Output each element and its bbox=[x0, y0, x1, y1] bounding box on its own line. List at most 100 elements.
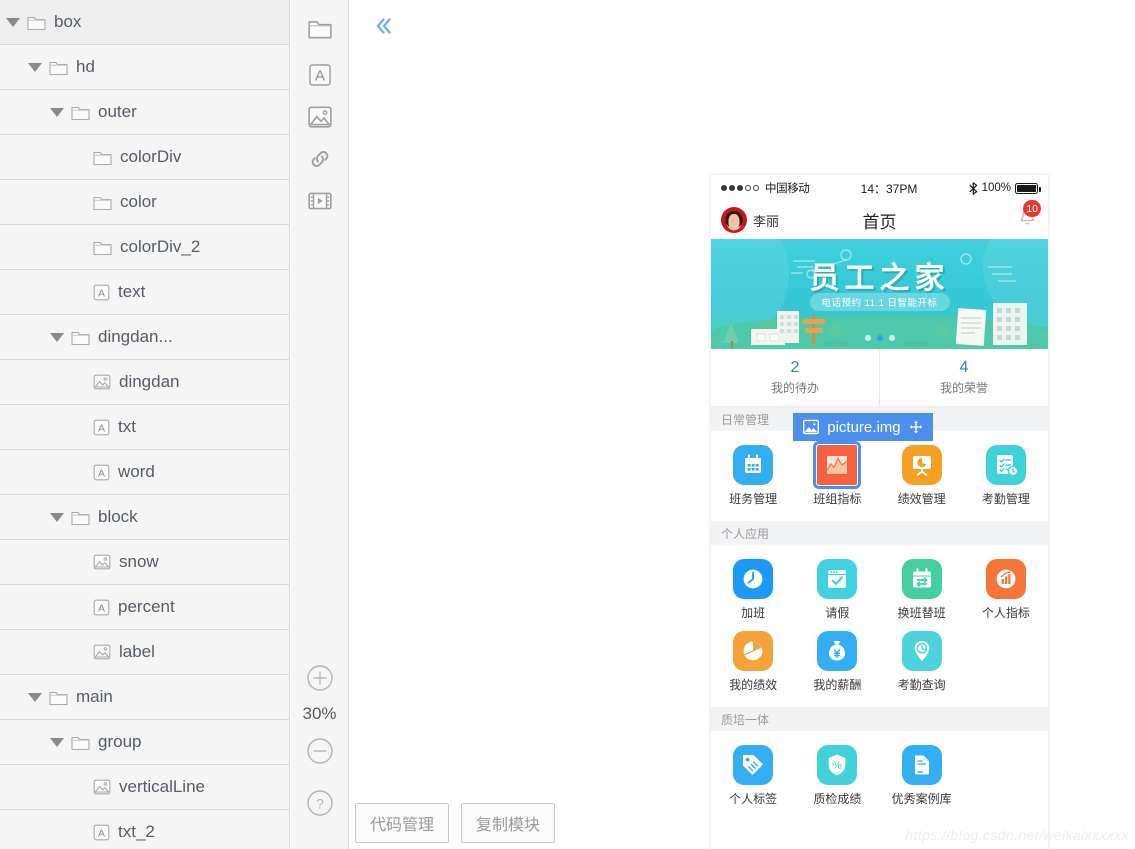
tree-node-verticalline[interactable]: verticalLine bbox=[0, 765, 289, 810]
caret-down-icon[interactable] bbox=[6, 17, 20, 27]
link-tool[interactable] bbox=[305, 144, 335, 174]
app-tile-质检成绩[interactable]: % 质检成绩 bbox=[795, 741, 879, 813]
app-tile-我的绩效[interactable]: 我的绩效 bbox=[711, 627, 795, 699]
signal-dot bbox=[721, 185, 727, 191]
tree-node-word[interactable]: Aword bbox=[0, 450, 289, 495]
carousel-dot[interactable] bbox=[864, 335, 871, 341]
app-tile-个人指标[interactable]: 个人指标 bbox=[964, 555, 1048, 627]
section-header: 质培一体 bbox=[711, 707, 1048, 731]
tree-node-txt[interactable]: Atxt bbox=[0, 405, 289, 450]
tree-node-box[interactable]: box bbox=[0, 0, 289, 45]
app-tile-label: 质检成绩 bbox=[813, 792, 862, 806]
folder-icon bbox=[49, 691, 68, 705]
app-tile-换班替班[interactable]: 换班替班 bbox=[880, 555, 964, 627]
folder-icon bbox=[93, 241, 112, 255]
folder-icon bbox=[49, 59, 68, 76]
tree-node-txt_2[interactable]: Atxt_2 bbox=[0, 810, 289, 849]
tree-node-label: hd bbox=[76, 57, 95, 76]
text-tool[interactable]: A bbox=[305, 60, 335, 90]
text-icon: A bbox=[93, 464, 110, 480]
tree-node-percent[interactable]: Apercent bbox=[0, 585, 289, 630]
zoom-level-label: 30% bbox=[302, 704, 337, 723]
folder-tool[interactable] bbox=[305, 14, 335, 44]
check-window-icon bbox=[817, 559, 858, 599]
double-chevron-left-icon bbox=[376, 18, 391, 34]
carrier-label: 中国移动 bbox=[765, 183, 810, 195]
app-tile-班组指标[interactable]: picture.img 班组指标 bbox=[793, 413, 933, 513]
tree-node-label[interactable]: label bbox=[0, 630, 289, 675]
tree-node-label: box bbox=[54, 12, 82, 31]
nav-user[interactable]: 李丽 bbox=[721, 207, 813, 233]
stat-item[interactable]: 4 我的荣誉 bbox=[879, 349, 1048, 406]
checklist-clock-icon bbox=[996, 455, 1019, 477]
design-canvas[interactable]: 中国移动 14：37PM 100% 李丽 首页 10 员工之家 电话预约 11.… bbox=[350, 0, 1135, 849]
tree-node-dingdan-[interactable]: dingdan... bbox=[0, 315, 289, 360]
app-tile-考勤管理[interactable]: 考勤管理 bbox=[964, 441, 1048, 513]
tree-node-color[interactable]: color bbox=[0, 180, 289, 225]
tree-node-label: main bbox=[76, 687, 113, 706]
tree-node-colordiv_2[interactable]: colorDiv_2 bbox=[0, 225, 289, 270]
app-tile-班务管理[interactable]: 班务管理 bbox=[711, 441, 795, 513]
caret-down-icon[interactable] bbox=[50, 737, 64, 747]
caret-down-icon[interactable] bbox=[50, 332, 64, 342]
app-tile-label: 我的薪酬 bbox=[813, 678, 862, 692]
app-tile-优秀案例库[interactable]: 优秀案例库 bbox=[880, 741, 964, 813]
collapse-panel-button[interactable] bbox=[370, 12, 398, 40]
folder-icon bbox=[27, 14, 46, 31]
promo-banner[interactable]: 员工之家 电话预约 11.1 日智能开标 bbox=[711, 239, 1048, 349]
copy-module-button[interactable]: 复制模块 bbox=[461, 803, 556, 843]
image-icon bbox=[93, 779, 111, 795]
zoom-out-button[interactable] bbox=[305, 736, 335, 766]
tree-node-outer[interactable]: outer bbox=[0, 90, 289, 135]
battery-icon bbox=[1015, 182, 1041, 194]
folder-icon bbox=[93, 196, 112, 210]
carousel-dots[interactable] bbox=[864, 335, 895, 341]
section-grid: 班务管理 picture.img 班组指标 绩效管理 考勤管理 bbox=[711, 413, 1048, 521]
tree-node-colordiv[interactable]: colorDiv bbox=[0, 135, 289, 180]
text-icon: A bbox=[93, 284, 110, 300]
caret-down-icon[interactable] bbox=[50, 107, 64, 117]
folder-icon bbox=[71, 104, 90, 121]
svg-text:A: A bbox=[98, 422, 105, 434]
app-tile-我的薪酬[interactable]: 我的薪酬 bbox=[795, 627, 879, 699]
tree-node-label: snow bbox=[119, 552, 159, 571]
caret-down-icon[interactable] bbox=[28, 692, 42, 702]
image-icon bbox=[93, 779, 111, 795]
document-icon bbox=[914, 755, 929, 775]
avatar bbox=[721, 207, 747, 233]
selection-badge[interactable]: picture.img bbox=[793, 413, 933, 441]
tree-node-main[interactable]: main bbox=[0, 675, 289, 720]
app-tile-请假[interactable]: 请假 bbox=[795, 555, 879, 627]
carousel-dot[interactable] bbox=[888, 335, 895, 341]
app-tile-label: 换班替班 bbox=[897, 606, 946, 620]
zoom-in-button[interactable] bbox=[305, 663, 335, 693]
app-tile-考勤查询[interactable]: 考勤查询 bbox=[880, 627, 964, 699]
carousel-dot-active[interactable] bbox=[876, 335, 883, 341]
svg-text:A: A bbox=[98, 602, 105, 614]
tree-node-text[interactable]: Atext bbox=[0, 270, 289, 315]
help-button[interactable]: ? bbox=[305, 788, 335, 818]
tree-node-label: dingdan... bbox=[98, 327, 173, 346]
tree-node-group[interactable]: group bbox=[0, 720, 289, 765]
code-manage-button[interactable]: 代码管理 bbox=[355, 803, 450, 843]
video-tool[interactable] bbox=[305, 186, 335, 216]
grid-row: 个人标签% 质检成绩 优秀案例库 bbox=[711, 741, 1048, 813]
folder-icon bbox=[93, 194, 112, 211]
tree-node-block[interactable]: block bbox=[0, 495, 289, 540]
tree-node-hd[interactable]: hd bbox=[0, 45, 289, 90]
notifications-button[interactable]: 10 bbox=[946, 200, 1041, 233]
app-tile-加班[interactable]: 加班 bbox=[711, 555, 795, 627]
caret-down-icon[interactable] bbox=[28, 62, 42, 72]
image-tool[interactable] bbox=[305, 102, 335, 132]
app-tile-绩效管理[interactable]: 绩效管理 bbox=[880, 441, 964, 513]
app-sections: 日常管理 班务管理 picture.img 班组指标 绩效管理 考勤管理 个人应用 加班 请假换… bbox=[711, 407, 1048, 821]
minus-circle-icon bbox=[306, 738, 333, 764]
caret-down-icon[interactable] bbox=[50, 512, 64, 522]
tree-node-snow[interactable]: snow bbox=[0, 540, 289, 585]
app-tile-个人标签[interactable]: 个人标签 bbox=[711, 741, 795, 813]
checklist-clock-icon bbox=[985, 445, 1026, 485]
stat-item[interactable]: 2 我的待办 bbox=[711, 349, 879, 406]
tree-node-dingdan[interactable]: dingdan bbox=[0, 360, 289, 405]
tree-node-label: percent bbox=[118, 597, 175, 616]
bluetooth-icon bbox=[968, 181, 977, 195]
